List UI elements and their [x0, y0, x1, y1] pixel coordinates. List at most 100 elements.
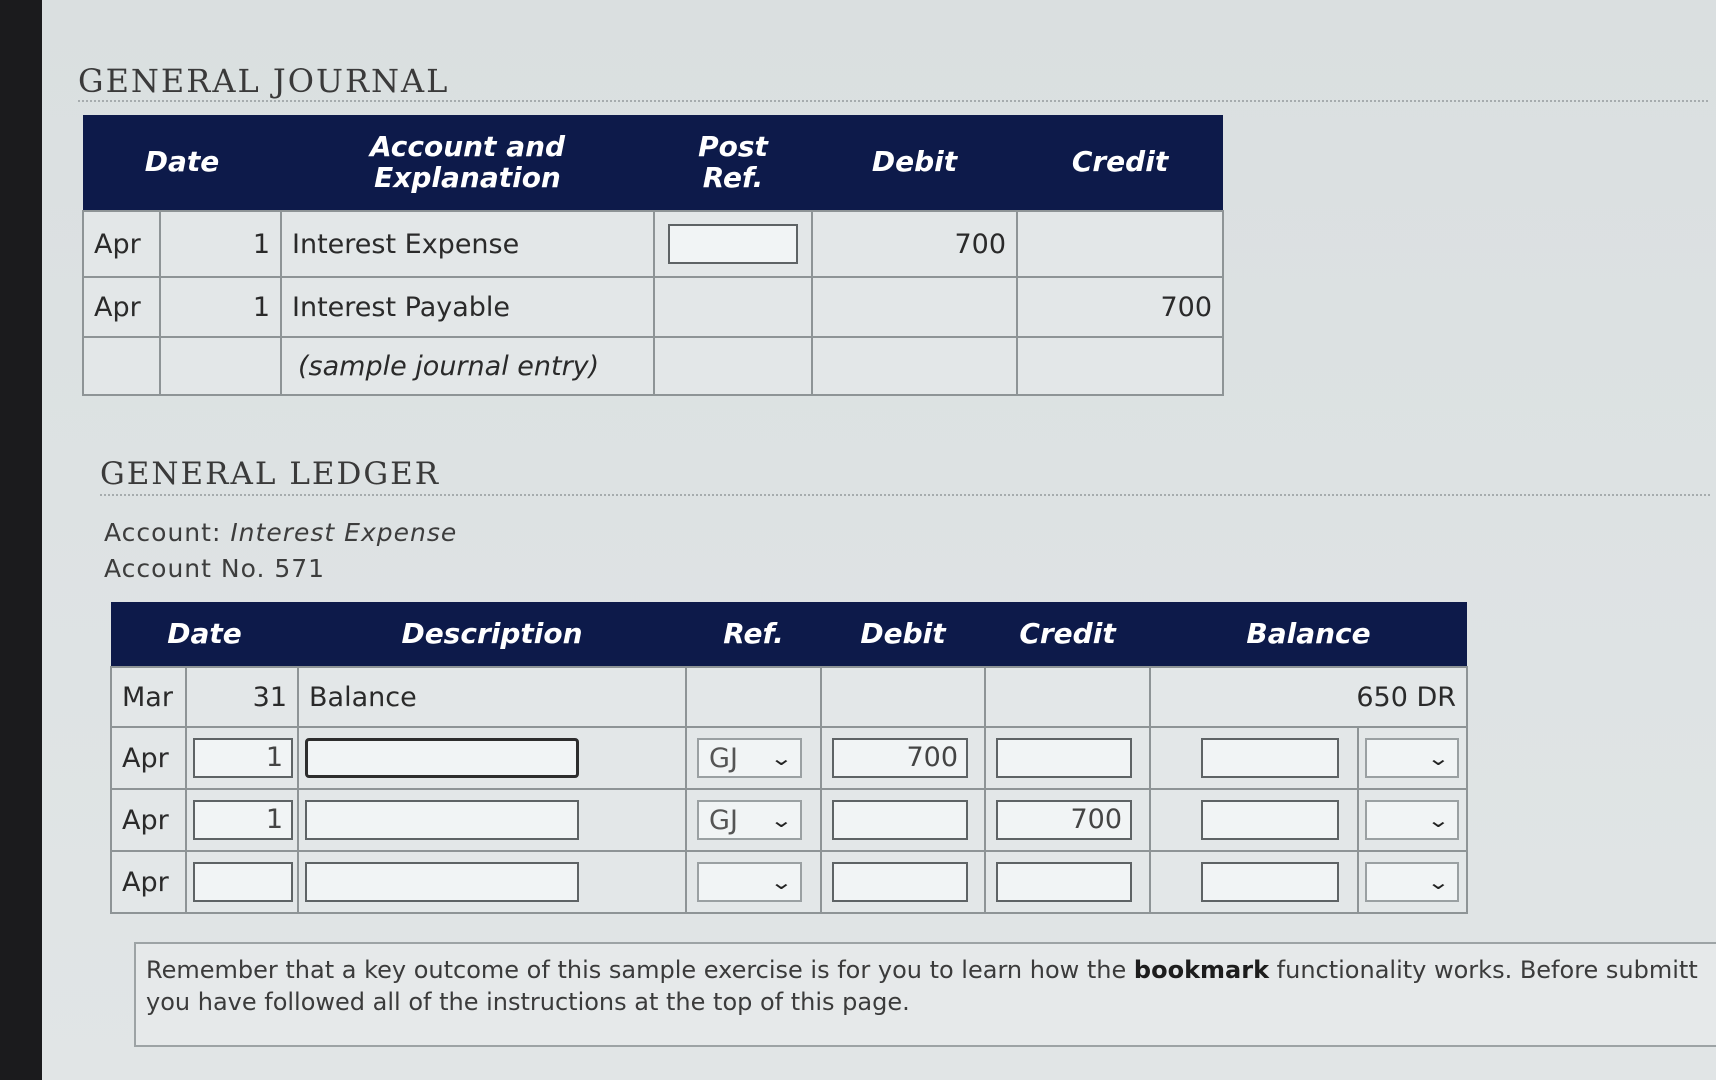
ledger-debit-input[interactable] [832, 862, 969, 902]
ledger-balance-type-cell: ⌄ [1357, 726, 1469, 790]
ledger-description-cell [297, 788, 688, 852]
ledger-balance-type-select[interactable]: ⌄ [1365, 862, 1460, 902]
journal-header-post-ref: Post Ref. [654, 115, 813, 211]
journal-account: Interest Expense [280, 210, 656, 278]
ledger-credit-cell [984, 850, 1152, 914]
ledger-credit-input[interactable] [996, 738, 1133, 778]
journal-header-date: Date [83, 115, 282, 211]
ledger-debit-cell [820, 788, 987, 852]
journal-post-ref-input[interactable] [668, 224, 799, 264]
ledger-header-description: Description [298, 602, 687, 667]
ledger-day-input[interactable]: 1 [193, 738, 293, 778]
journal-day: 1 [158, 210, 283, 278]
ledger-account-label: Account: [104, 518, 231, 547]
ledger-title-rule [100, 494, 1710, 496]
journal-post-ref-cell [653, 336, 814, 396]
notice-text-line2: you have followed all of the instruction… [146, 988, 910, 1016]
screen: GENERAL JOURNAL Date Account and Explana… [42, 0, 1716, 1080]
ledger-header-debit: Debit [821, 602, 986, 667]
ledger-day-cell [184, 850, 300, 914]
chevron-down-icon: ⌄ [769, 808, 794, 832]
ledger-balance-input[interactable] [1201, 800, 1340, 840]
ledger-ref-select[interactable]: GJ ⌄ [697, 800, 803, 840]
ledger-balance-type-cell: ⌄ [1357, 788, 1469, 852]
journal-debit: 700 [811, 210, 1019, 278]
notice-box: Remember that a key outcome of this samp… [134, 942, 1716, 1047]
ledger-debit-cell [820, 850, 987, 914]
journal-month: Apr [82, 210, 161, 278]
ledger-opening-balance: 650 DR [1149, 666, 1469, 728]
journal-header-debit: Debit [812, 115, 1018, 211]
ledger-balance-input[interactable] [1201, 738, 1340, 778]
chevron-down-icon: ⌄ [769, 870, 794, 894]
ledger-ref-cell: GJ ⌄ [685, 726, 823, 790]
journal-credit: 700 [1016, 276, 1225, 338]
journal-row: (sample journal entry) [82, 336, 1225, 396]
journal-row: Apr 1 Interest Expense 700 [82, 210, 1225, 278]
notice-text-end: functionality works. Before submitt [1269, 956, 1698, 984]
journal-post-ref-cell [653, 276, 814, 338]
ledger-account-name: Interest Expense [230, 518, 458, 547]
ledger-debit-input[interactable]: 700 [832, 738, 969, 778]
journal-debit [811, 276, 1019, 338]
journal-table: Date Account and Explanation Post Ref. D… [82, 115, 1225, 396]
ledger-description-input[interactable] [305, 800, 580, 840]
ledger-credit-cell: 700 [984, 788, 1152, 852]
journal-title: GENERAL JOURNAL [78, 62, 450, 100]
ledger-balance-type-select[interactable]: ⌄ [1365, 800, 1460, 840]
ledger-debit-input[interactable] [832, 800, 969, 840]
ledger-opening-row: Mar 31 Balance 650 DR [110, 666, 1469, 728]
ledger-month: Apr [110, 850, 187, 914]
ledger-ref-cell: ⌄ [685, 850, 823, 914]
ledger-ref-value: GJ [709, 804, 738, 836]
ledger-row: Apr 1 GJ ⌄ 700 ⌄ [110, 788, 1469, 852]
journal-header-post-ref-line2: Ref. [702, 160, 764, 194]
chevron-down-icon: ⌄ [1426, 808, 1451, 832]
ledger-balance-cell [1149, 726, 1360, 790]
ledger-credit-cell [984, 666, 1152, 728]
ledger-credit-input[interactable] [996, 862, 1133, 902]
ledger-credit-input[interactable]: 700 [996, 800, 1133, 840]
ledger-account-number: Account No. 571 [104, 554, 326, 583]
ledger-balance-type-cell: ⌄ [1357, 850, 1469, 914]
ledger-month: Mar [110, 666, 187, 728]
journal-title-rule [78, 100, 1708, 102]
chevron-down-icon: ⌄ [1426, 870, 1451, 894]
journal-header-post-ref-line1: Post [698, 129, 768, 163]
journal-debit [811, 336, 1019, 396]
journal-header-credit: Credit [1017, 115, 1224, 211]
ledger-balance-type-select[interactable]: ⌄ [1365, 738, 1460, 778]
ledger-balance-cell [1149, 788, 1360, 852]
journal-day [158, 336, 283, 396]
ledger-day-input[interactable] [193, 862, 293, 902]
journal-month: Apr [82, 276, 161, 338]
ledger-ref-cell [685, 666, 823, 728]
ledger-debit-cell [820, 666, 987, 728]
chevron-down-icon: ⌄ [1426, 746, 1451, 770]
ledger-balance-cell [1149, 850, 1360, 914]
ledger-day-input[interactable]: 1 [193, 800, 293, 840]
ledger-credit-cell [984, 726, 1152, 790]
notice-bold-keyword: bookmark [1133, 956, 1270, 984]
ledger-balance-input[interactable] [1201, 862, 1340, 902]
journal-credit [1016, 336, 1225, 396]
ledger-ref-select[interactable]: GJ ⌄ [697, 738, 803, 778]
ledger-account: Account: Interest Expense [104, 518, 457, 547]
ledger-description-cell [297, 850, 688, 914]
ledger-description-input[interactable] [305, 738, 580, 778]
journal-header-account: Account and Explanation [281, 115, 655, 211]
notice-text-start: Remember that a key outcome of this samp… [146, 956, 1134, 984]
journal-row: Apr 1 Interest Payable 700 [82, 276, 1225, 338]
ledger-description-input[interactable] [305, 862, 580, 902]
ledger-day-cell: 1 [184, 726, 300, 790]
journal-explanation: (sample journal entry) [280, 336, 656, 396]
ledger-ref-select[interactable]: ⌄ [697, 862, 803, 902]
ledger-row: Apr 1 GJ ⌄ 700 ⌄ [110, 726, 1469, 790]
journal-account: Interest Payable [280, 276, 656, 338]
ledger-header-credit: Credit [985, 602, 1151, 667]
ledger-description-cell [297, 726, 688, 790]
ledger-table: Date Description Ref. Debit Credit Balan… [110, 602, 1469, 914]
ledger-month: Apr [110, 726, 187, 790]
ledger-description: Balance [297, 666, 688, 728]
ledger-row: Apr ⌄ ⌄ [110, 850, 1469, 914]
